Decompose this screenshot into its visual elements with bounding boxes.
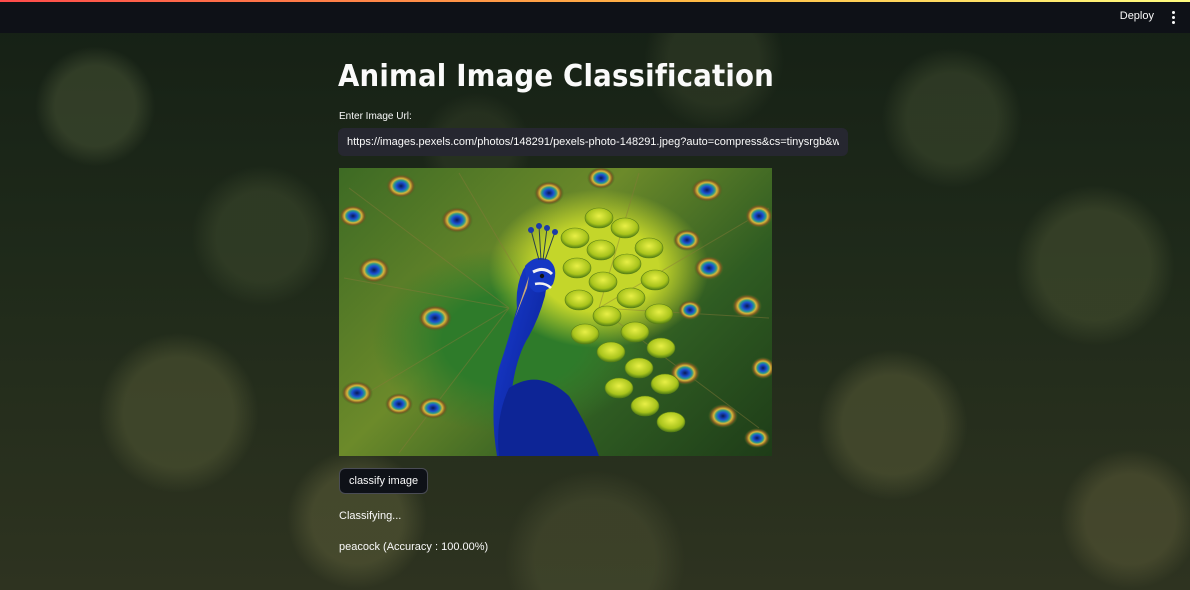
url-input-label: Enter Image Url:: [339, 111, 412, 122]
menu-dot: [1171, 15, 1175, 19]
page-title: Animal Image Classification: [338, 59, 775, 94]
vertical-ellipsis-icon[interactable]: [1168, 9, 1178, 25]
deploy-button[interactable]: Deploy: [1120, 10, 1154, 22]
classify-image-button[interactable]: classify image: [339, 468, 429, 494]
menu-dot: [1171, 10, 1175, 14]
classification-result: peacock (Accuracy : 100.00%): [339, 541, 489, 553]
classified-image: [339, 168, 772, 456]
image-url-input[interactable]: [338, 128, 848, 156]
main-content: Animal Image Classification Enter Image …: [338, 58, 850, 553]
menu-dot: [1171, 20, 1175, 24]
app-header: Deploy: [0, 2, 1190, 33]
status-text: Classifying...: [339, 510, 402, 522]
peacock-illustration: [339, 168, 772, 456]
